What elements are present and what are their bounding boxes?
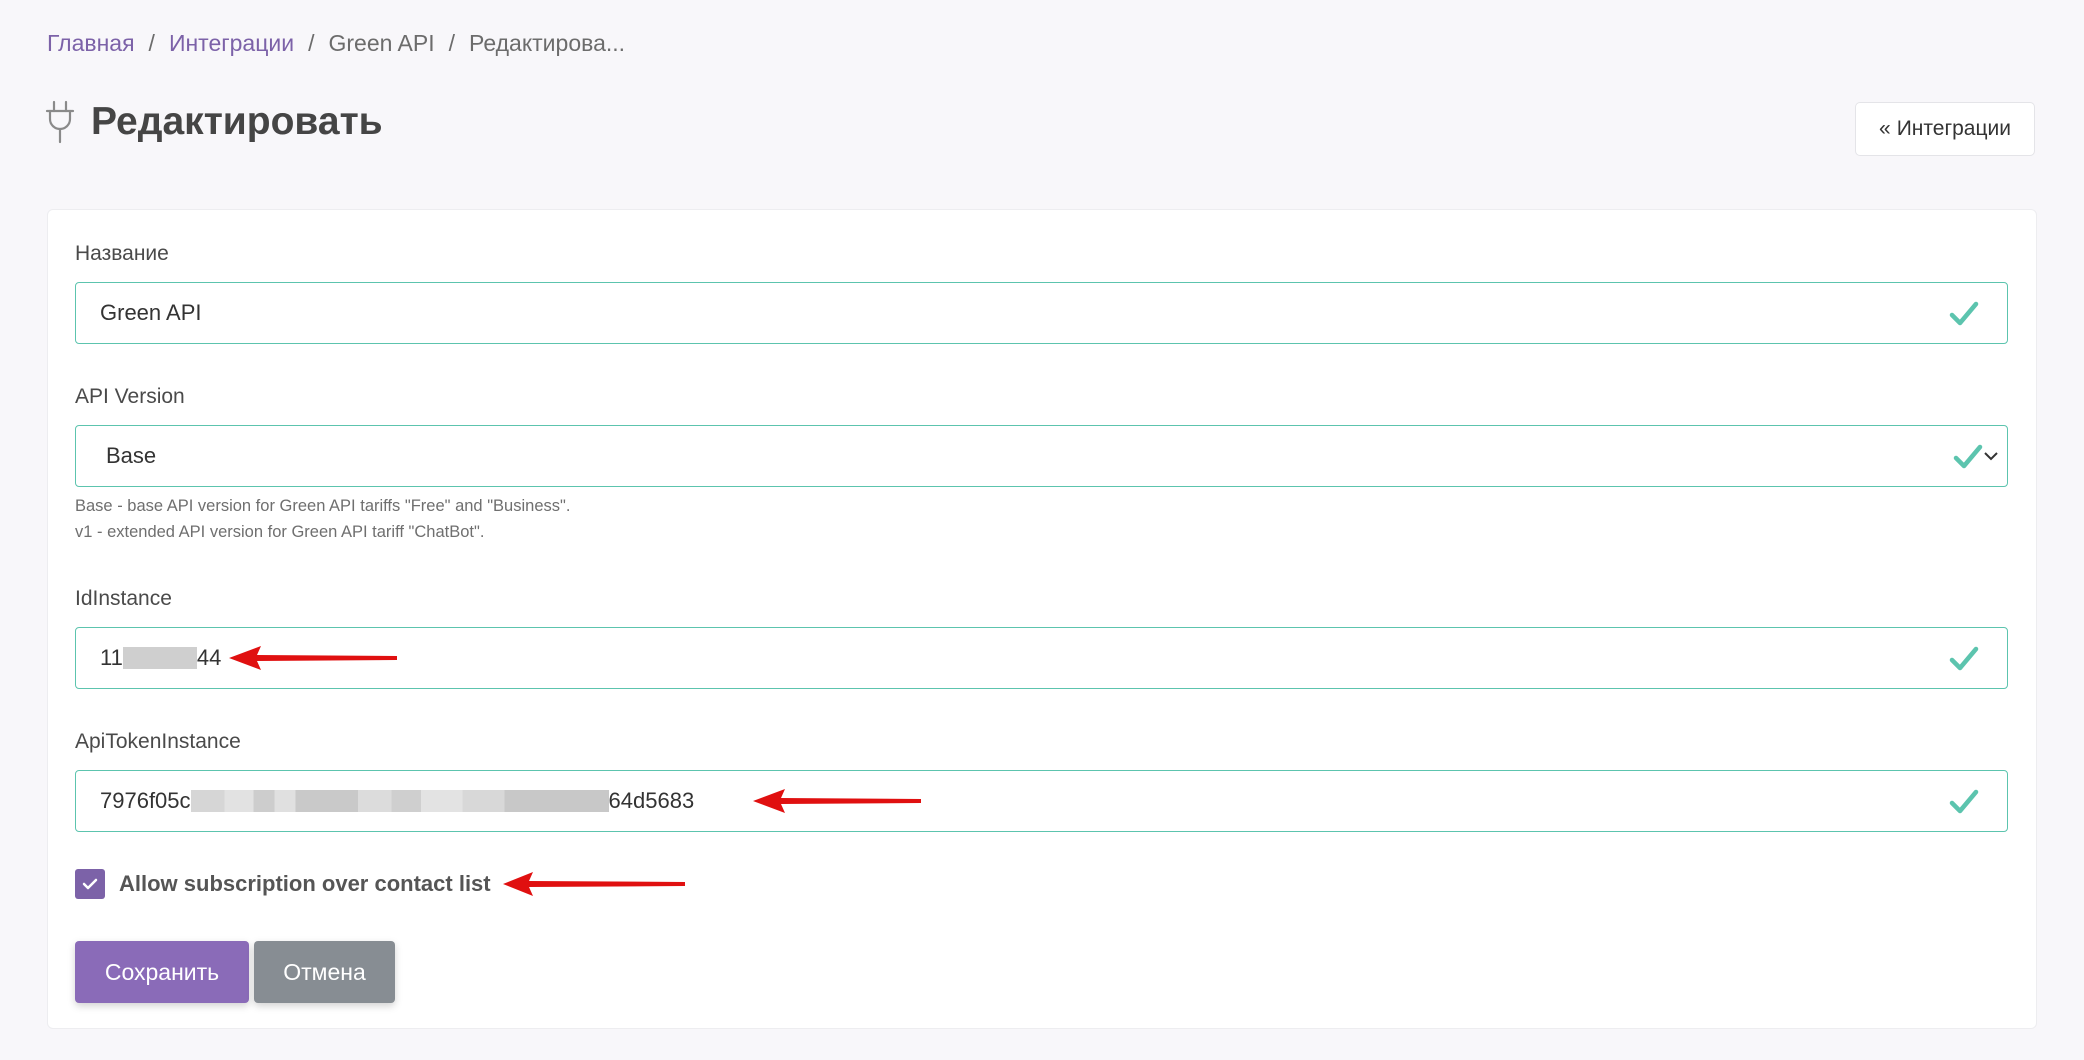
check-icon (1949, 301, 1979, 326)
annotation-arrow (502, 872, 685, 896)
api-token-value-end: 64d5683 (608, 788, 695, 813)
chevron-down-icon (1984, 452, 1998, 461)
breadcrumb-home-link[interactable]: Главная (47, 30, 135, 57)
name-value: Green API (100, 300, 202, 325)
allow-subscription-checkbox[interactable] (75, 869, 105, 899)
id-instance-value-start: 11 (100, 645, 123, 670)
page-title: Редактировать (91, 100, 383, 143)
breadcrumb-integrations-link[interactable]: Интеграции (169, 30, 294, 57)
annotation-arrow (753, 789, 921, 813)
api-version-field-group: API Version Base Base - base API version… (75, 385, 2008, 545)
breadcrumb-current: Редактирова... (469, 30, 626, 56)
check-icon (1949, 789, 1979, 814)
breadcrumb: Главная / Интеграции / Green API / Редак… (47, 30, 625, 57)
api-token-input[interactable]: 7976f05c 64d5683 (75, 770, 2008, 832)
api-version-help-line: Base - base API version for Green API ta… (75, 497, 571, 515)
save-button[interactable]: Сохранить (75, 941, 249, 1003)
name-label: Название (75, 242, 169, 265)
back-to-integrations-button[interactable]: « Интеграции (1855, 102, 2035, 156)
allow-subscription-label[interactable]: Allow subscription over contact list (119, 871, 491, 897)
api-token-value-start: 7976f05c (100, 788, 191, 813)
api-version-label: API Version (75, 385, 185, 408)
api-token-label: ApiTokenInstance (75, 730, 241, 753)
plug-icon (45, 100, 75, 144)
breadcrumb-separator: / (148, 30, 155, 56)
breadcrumb-separator: / (448, 30, 455, 56)
api-version-select[interactable]: Base (75, 425, 2008, 487)
check-icon (1953, 444, 1983, 469)
id-instance-label: IdInstance (75, 587, 172, 610)
name-input[interactable]: Green API (75, 282, 2008, 344)
breadcrumb-item: Green API (328, 30, 435, 56)
cancel-button[interactable]: Отмена (254, 941, 395, 1003)
api-version-value: Base (106, 443, 157, 468)
api-version-help-line: v1 - extended API version for Green API … (75, 523, 485, 541)
redacted-region (122, 647, 197, 669)
allow-subscription-row: Allow subscription over contact list (75, 869, 687, 899)
api-version-help: Base - base API version for Green API ta… (75, 493, 2008, 545)
api-token-field-group: ApiTokenInstance 7976f05c 64d5683 (75, 730, 2008, 832)
name-field-group: Название Green API (75, 242, 2008, 344)
id-instance-field-group: IdInstance 11 44 (75, 587, 2008, 689)
breadcrumb-separator: / (308, 30, 315, 56)
checkmark-icon (82, 878, 98, 890)
double-chevron-left-icon: « (1879, 117, 1891, 140)
check-icon (1949, 646, 1979, 671)
redacted-region (190, 790, 609, 812)
back-button-label: Интеграции (1896, 117, 2011, 140)
page-header: Редактировать (45, 100, 383, 144)
id-instance-value-end: 44 (196, 645, 222, 670)
annotation-arrow (229, 646, 397, 670)
edit-form-card: Название Green API API Version Base Base… (47, 209, 2037, 1029)
